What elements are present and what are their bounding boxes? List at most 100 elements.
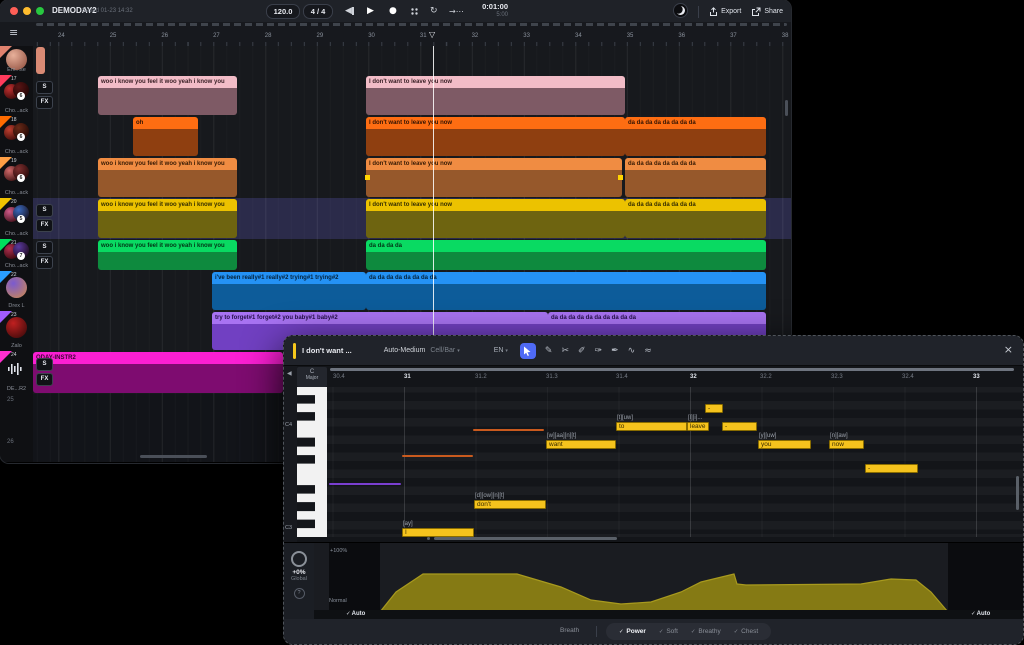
solo-button[interactable]: S <box>36 358 53 371</box>
smooth-tool[interactable]: ≈ <box>644 346 652 356</box>
clip[interactable]: I don't want to leave you now <box>366 76 625 115</box>
menu-icon[interactable]: ≡ <box>9 26 18 39</box>
help-icon[interactable]: ? <box>294 588 305 599</box>
clip[interactable]: i've been really#1 really#2 trying#1 try… <box>212 272 366 310</box>
track-header[interactable]: 205Cho...ack <box>0 198 34 239</box>
roll-bottom-scrollbar[interactable] <box>434 537 617 540</box>
fx-button[interactable]: FX <box>36 96 53 109</box>
midi-note[interactable]: I[ay] <box>402 528 474 537</box>
track-lane[interactable]: i've been really#1 really#2 trying#1 try… <box>33 271 791 311</box>
voice-option-breathy[interactable]: ✓ Breathy <box>691 628 721 635</box>
clip[interactable]: da da da da da da da da <box>625 158 766 197</box>
clip[interactable] <box>36 47 45 74</box>
track-lane[interactable]: woo i know you feel it woo yeah i know y… <box>33 239 791 271</box>
midi-note[interactable]: leave[l][i]... <box>687 422 709 431</box>
language-select[interactable]: EN ▾ <box>494 347 508 354</box>
track-header[interactable]: Em...se <box>0 46 34 75</box>
midi-note[interactable]: - <box>865 464 918 473</box>
clip[interactable]: da da da da da da da da <box>625 117 766 156</box>
track-lane[interactable]: woo i know you feel it woo yeah i know y… <box>33 157 791 198</box>
close-icon[interactable]: × <box>1004 343 1013 356</box>
zoom-window-button[interactable] <box>36 7 44 15</box>
playhead-marker-icon[interactable]: ▽ <box>429 30 435 39</box>
midi-note[interactable]: you[y][uw] <box>758 440 811 449</box>
parameter-lane[interactable]: +100% Normal <box>314 543 1023 610</box>
mode-select[interactable]: Auto-Medium <box>384 347 426 354</box>
scissors-tool[interactable]: ✂ <box>561 346 569 356</box>
clip[interactable]: I don't want to leave you now <box>366 199 625 238</box>
auto-toggle-right[interactable]: ✓Auto <box>971 611 990 617</box>
track-header[interactable]: 22Drex L <box>0 271 34 311</box>
grid-select[interactable]: Cell/Bar ▾ <box>430 347 459 354</box>
track-header[interactable]: 23Zalo <box>0 311 34 351</box>
pitch-draw-tool[interactable]: ✒ <box>611 346 619 356</box>
midi-note[interactable]: - <box>722 422 757 431</box>
minimize-window-button[interactable] <box>23 7 31 15</box>
clip[interactable]: I don't want to leave you now <box>366 117 625 156</box>
midi-note[interactable]: to[t][uw] <box>616 422 687 431</box>
clip[interactable]: woo i know you feel it woo yeah i know y… <box>98 240 237 270</box>
solo-button[interactable]: S <box>36 81 53 94</box>
clip[interactable]: woo i know you feel it woo yeah i know y… <box>98 158 237 197</box>
clip-handle[interactable] <box>618 175 623 180</box>
breath-toggle[interactable]: Breath <box>560 627 579 634</box>
export-button[interactable]: Export <box>709 7 741 17</box>
clip[interactable]: ODAY-INSTR2 <box>33 352 283 393</box>
voice-option-power[interactable]: ✓ Power <box>619 628 646 635</box>
voice-option-chest[interactable]: ✓ Chest <box>734 628 758 635</box>
timeline-ruler[interactable]: ≡ 242526272829303132333435363738 ▽ <box>0 22 791 47</box>
fx-button[interactable]: FX <box>36 219 53 232</box>
pointer-tool[interactable] <box>520 343 536 359</box>
track-lane[interactable] <box>33 46 791 75</box>
track-header[interactable]: 217Cho...ack <box>0 239 34 271</box>
track-lane[interactable]: woo i know you feel it woo yeah i know y… <box>33 75 791 116</box>
clip-handle[interactable] <box>365 175 370 180</box>
clip[interactable]: woo i know you feel it woo yeah i know y… <box>98 199 237 238</box>
midi-note[interactable]: now[n][aw] <box>829 440 864 449</box>
horizontal-scrollbar[interactable] <box>140 455 207 458</box>
midi-note[interactable]: - <box>705 404 723 413</box>
roll-vertical-scrollbar[interactable] <box>1016 476 1019 510</box>
vertical-scrollbar[interactable] <box>785 100 788 116</box>
track-header[interactable]: 26 <box>0 436 34 462</box>
auto-toggle-left[interactable]: ✓Auto <box>346 611 365 617</box>
fx-button[interactable]: FX <box>36 373 53 386</box>
track-lane[interactable]: oh I don't want to leave you nowda da da … <box>33 116 791 157</box>
play-icon[interactable]: ▶ <box>367 3 374 19</box>
track-header[interactable]: 25 <box>0 394 34 436</box>
skip-back-icon[interactable]: ◀ <box>345 3 354 19</box>
clip[interactable]: I don't want to leave you now <box>366 158 622 197</box>
global-scope-label: Global <box>284 576 314 582</box>
clip[interactable]: da da da da da da da da <box>366 272 766 310</box>
pitch-anchor-tool[interactable]: ✑ <box>595 346 603 356</box>
clip[interactable]: da da da da <box>366 240 766 270</box>
clip[interactable]: woo i know you feel it woo yeah i know y… <box>98 76 237 115</box>
timeline-overview-scrollbar[interactable] <box>36 23 787 26</box>
close-window-button[interactable] <box>10 7 18 15</box>
pitch-pen-tool[interactable]: ✐ <box>578 346 586 356</box>
loop-icon[interactable]: ↻ <box>430 3 438 19</box>
track-lane[interactable]: woo i know you feel it woo yeah i know y… <box>33 198 791 239</box>
tempo-field[interactable]: 120.0 <box>266 4 300 19</box>
clip[interactable]: oh <box>133 117 198 156</box>
solo-button[interactable]: S <box>36 241 53 254</box>
clip[interactable]: da da da da da da da da <box>625 199 766 238</box>
vibrato-tool[interactable]: ∿ <box>628 346 636 356</box>
fx-button[interactable]: FX <box>36 256 53 269</box>
grid-dots-icon[interactable] <box>410 3 419 19</box>
voice-option-soft[interactable]: ✓ Soft <box>659 628 678 635</box>
track-header[interactable]: 186Cho...ack <box>0 116 34 157</box>
record-icon[interactable]: ● <box>389 3 397 19</box>
playhead-line[interactable] <box>433 46 434 335</box>
pencil-tool[interactable]: ✎ <box>545 346 553 356</box>
share-button[interactable]: Share <box>751 7 783 17</box>
track-header[interactable]: 24DE...R2 <box>0 351 34 394</box>
time-signature-field[interactable]: 4 / 4 <box>303 4 333 19</box>
avatar-icon[interactable] <box>673 3 688 20</box>
global-knob[interactable] <box>291 551 307 567</box>
solo-button[interactable]: S <box>36 204 53 217</box>
track-header[interactable]: 176Cho...ack <box>0 75 34 116</box>
track-header[interactable]: 196Cho...ack <box>0 157 34 198</box>
midi-note[interactable]: don't[d][ow][n][t] <box>474 500 546 509</box>
midi-note[interactable]: want[w][aa][n][t] <box>546 440 616 449</box>
